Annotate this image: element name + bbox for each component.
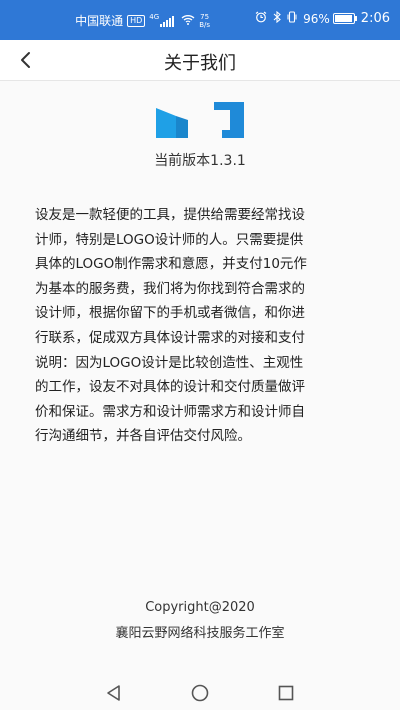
vibrate-icon — [287, 11, 297, 26]
description-line: 设友是一款轻便的工具，提供给需要经常找设 — [35, 207, 305, 223]
app-description: 设友是一款轻便的工具，提供给需要经常找设 计师，特别是LOGO设计师的人。只需要提… — [35, 203, 369, 449]
system-home-button[interactable] — [190, 683, 210, 703]
description-line: 具体的LOGO制作需求和意愿，并支付10元作 — [35, 256, 307, 273]
description-line: 说明：因为LOGO设计是比较创造性、主观性 — [35, 354, 304, 371]
description-line: 的工作，设友不对具体的设计和交付质量做评 — [35, 379, 305, 396]
system-recents-button[interactable] — [276, 683, 296, 703]
status-system: 96% 2:06 — [255, 10, 390, 26]
network-type-label: 4G — [149, 12, 160, 21]
network-speed: 75 B/s — [199, 13, 210, 29]
status-bar: 中国联通 HD 4G 75 B/s 96% 2:06 — [0, 0, 400, 40]
page-title: 关于我们 — [164, 53, 236, 74]
bluetooth-icon — [273, 10, 281, 26]
description-line: 设计师，根据你留下的手机或者微信，和你进 — [35, 305, 305, 322]
clock: 2:06 — [360, 11, 390, 26]
system-back-button[interactable] — [104, 683, 124, 703]
signal-icon — [160, 15, 175, 27]
app-logo-icon — [156, 102, 244, 138]
status-network: 中国联通 HD 4G 75 B/s — [75, 12, 210, 29]
square-recents-icon — [278, 685, 294, 701]
wifi-icon — [181, 14, 195, 28]
triangle-back-icon — [107, 685, 120, 701]
description-line: 行联系，促成双方具体设计需求的对接和支付 — [35, 329, 305, 346]
footer: Copyright@2020 襄阳云野网络科技服务工作室 — [0, 596, 400, 648]
speed-value: 75 — [200, 12, 210, 21]
company-name: 襄阳云野网络科技服务工作室 — [115, 626, 285, 641]
circle-home-icon — [191, 684, 209, 702]
description-line: 行沟通细节，并各自评估交付风险。 — [35, 428, 251, 445]
about-screen: 中国联通 HD 4G 75 B/s 96% 2:06 关于我们 当前版本1.3.… — [0, 0, 400, 710]
description-line: 价和保证。需求方和设计师需求方和设计师自 — [35, 403, 305, 420]
copyright-text: Copyright@2020 — [145, 600, 255, 615]
app-logo — [156, 100, 244, 140]
hd-badge: HD — [127, 14, 146, 27]
app-version: 当前版本1.3.1 — [154, 153, 246, 169]
alarm-icon — [255, 11, 267, 26]
description-line: 为基本的服务费，我们将为你找到符合需求的 — [35, 280, 305, 297]
carrier-label: 中国联通 — [75, 14, 124, 28]
system-navigation-bar — [0, 675, 400, 710]
battery-icon — [332, 13, 357, 24]
speed-unit: B/s — [199, 20, 210, 29]
battery-percent: 96% — [303, 11, 330, 26]
title-bar: 关于我们 — [0, 40, 400, 81]
description-line: 计师，特别是LOGO设计师的人。只需要提供 — [35, 231, 304, 248]
